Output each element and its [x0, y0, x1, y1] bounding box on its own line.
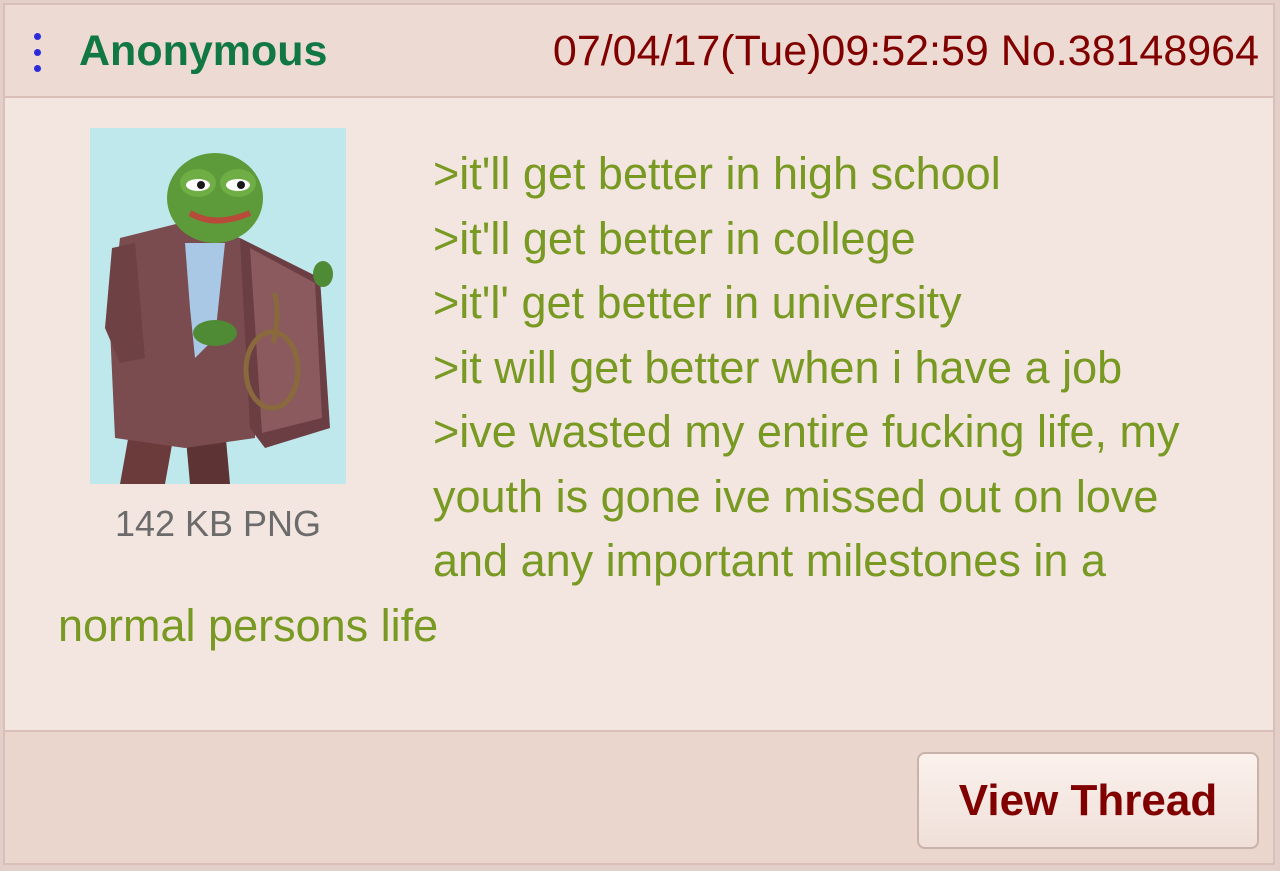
poster-name: Anonymous	[79, 27, 328, 75]
post-card: Anonymous 07/04/17(Tue)09:52:59 No.38148…	[3, 3, 1275, 865]
post-datetime: 07/04/17(Tue)09:52:59	[552, 27, 989, 75]
post-meta: 07/04/17(Tue)09:52:59 No.38148964	[553, 23, 1259, 79]
post-comment: >it'll get better in high school >it'll …	[58, 142, 1238, 658]
post-footer: View Thread	[5, 730, 1273, 863]
view-thread-button[interactable]: View Thread	[917, 752, 1259, 849]
post-header: Anonymous 07/04/17(Tue)09:52:59 No.38148…	[5, 5, 1273, 98]
menu-dot	[33, 65, 41, 72]
post-number[interactable]: No.38148964	[1001, 27, 1259, 75]
post-body: 142 KB PNG >it'll get better in high sch…	[5, 98, 1273, 730]
menu-dot	[33, 49, 41, 56]
menu-dot	[33, 33, 41, 40]
post-menu-icon[interactable]	[29, 33, 45, 77]
thumbnail-spacer	[58, 142, 433, 587]
